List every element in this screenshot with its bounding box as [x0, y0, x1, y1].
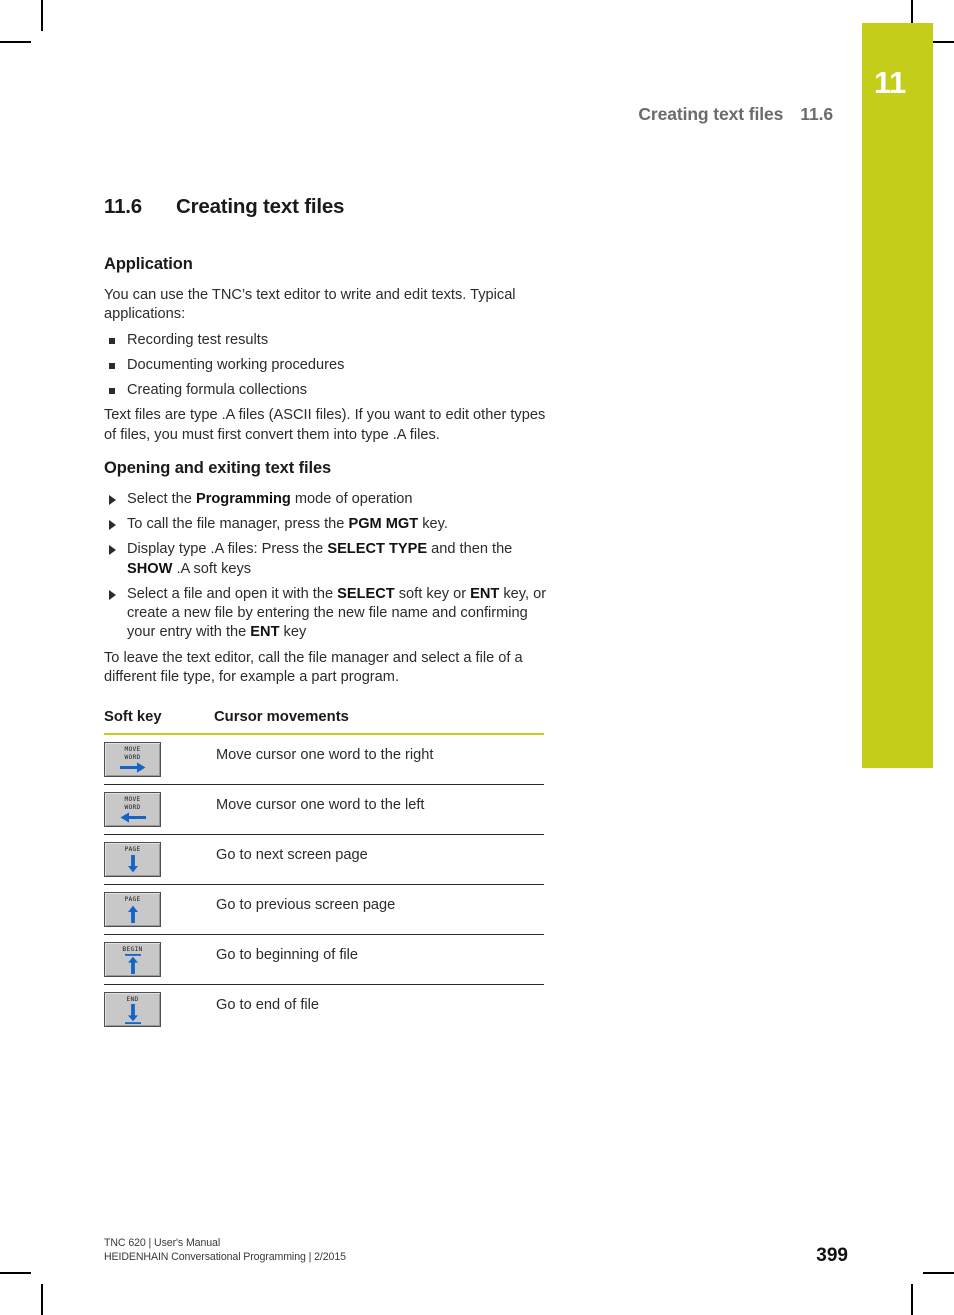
softkey-cell: MOVE WORD	[104, 784, 214, 835]
list-item: Recording test results	[104, 331, 556, 350]
running-header-number: 11.6	[800, 104, 833, 124]
triangle-right-icon	[109, 545, 116, 556]
softkey-label-line1: MOVE	[124, 796, 141, 803]
list-item: Creating formula collections	[104, 381, 556, 400]
softkey-cell: PAGE	[104, 834, 214, 885]
crop-mark-bottom-right-horizontal	[923, 1272, 954, 1274]
softkey-description: Go to next screen page	[214, 834, 544, 885]
softkey-end-of-file[interactable]: END	[104, 992, 161, 1027]
opening-step-list: Select the Programming mode of operation…	[104, 490, 556, 643]
heading-application: Application	[104, 255, 193, 273]
column-header-soft-key: Soft key	[104, 709, 214, 735]
crop-mark-bottom-left-horizontal	[0, 1272, 31, 1274]
list-item-label: Display type .A files: Press the SELECT …	[127, 541, 513, 577]
triangle-right-icon	[109, 494, 116, 505]
arrow-down-to-line-icon	[124, 1004, 141, 1024]
softkey-description: Go to previous screen page	[214, 884, 544, 935]
list-item: Documenting working procedures	[104, 356, 556, 375]
crop-mark-bottom-left-vertical	[41, 1284, 43, 1315]
square-bullet-icon	[109, 388, 115, 394]
page-content: 11.6 Creating text files Application You…	[104, 195, 556, 1034]
page-footer: TNC 620 | User's Manual HEIDENHAIN Conve…	[104, 1236, 848, 1265]
softkey-label-line2: WORD	[124, 753, 141, 761]
page-number: 399	[816, 1245, 848, 1266]
softkey-description: Go to beginning of file	[214, 934, 544, 985]
softkey-page-down[interactable]: PAGE	[104, 842, 161, 877]
list-item-label: Documenting working procedures	[127, 356, 345, 373]
softkey-table: Soft key Cursor movements MOVE WORD Move …	[104, 709, 544, 1034]
chapter-tab-number: 11	[874, 65, 906, 100]
softkey-label-line1: PAGE	[124, 846, 141, 853]
running-header-title: Creating text files	[638, 104, 784, 124]
softkey-label-line1: END	[126, 996, 139, 1003]
crop-mark-top-left-horizontal	[0, 41, 31, 43]
application-intro: You can use the TNC’s text editor to wri…	[104, 287, 516, 323]
crop-mark-top-left-vertical	[41, 0, 43, 31]
triangle-right-icon	[109, 589, 116, 600]
table-row: MOVE WORD Move cursor one word to the lef…	[104, 784, 544, 835]
softkey-cell: BEGIN	[104, 934, 214, 985]
softkey-cell: PAGE	[104, 884, 214, 935]
arrow-down-icon	[127, 855, 138, 873]
section-number: 11.6	[104, 195, 142, 218]
softkey-description: Go to end of file	[216, 997, 320, 1013]
list-item-label: Creating formula collections	[127, 382, 308, 398]
section-title-text: Creating text files	[176, 195, 345, 218]
list-item: Select the Programming mode of operation	[104, 490, 556, 509]
list-item-label: Recording test results	[127, 331, 269, 348]
column-header-cursor-movements: Cursor movements	[214, 709, 544, 735]
running-header: Creating text files 11.6	[0, 104, 833, 125]
table-row: PAGE Go to next screen page	[104, 834, 544, 885]
list-item: To call the file manager, press the PGM …	[104, 515, 556, 534]
table-row: END Go to end of file	[104, 985, 544, 1035]
list-item: Display type .A files: Press the SELECT …	[104, 540, 556, 579]
softkey-label-line1: PAGE	[124, 896, 141, 903]
softkey-move-word-left[interactable]: MOVE WORD	[104, 792, 161, 827]
arrow-up-to-line-icon	[124, 954, 141, 974]
softkey-cell: MOVE WORD	[104, 734, 214, 785]
softkey-label-line1: BEGIN	[122, 946, 143, 953]
softkey-description: Move cursor one word to the left	[214, 784, 544, 835]
softkey-move-word-right[interactable]: MOVE WORD	[104, 742, 161, 777]
list-item-label: Select the Programming mode of operation	[127, 490, 413, 507]
triangle-right-icon	[109, 520, 116, 530]
heading-opening-exiting: Opening and exiting text files	[104, 458, 332, 477]
square-bullet-icon	[109, 362, 115, 369]
footer-line-1: TNC 620 | User's Manual	[104, 1237, 221, 1249]
footer-imprint: TNC 620 | User's Manual HEIDENHAIN Conve…	[104, 1236, 346, 1264]
list-item-label: Select a file and open it with the SELEC…	[127, 585, 547, 641]
softkey-begin-of-file[interactable]: BEGIN	[104, 942, 161, 977]
table-row: MOVE WORD Move cursor one word to the rig…	[104, 734, 544, 785]
crop-mark-bottom-right-vertical	[911, 1284, 913, 1315]
arrow-up-icon	[127, 905, 138, 923]
footer-line-2: HEIDENHAIN Conversational Programming | …	[104, 1251, 346, 1263]
list-item-label: To call the file manager, press the PGM …	[127, 516, 448, 532]
page-title: 11.6 Creating text files	[104, 195, 556, 219]
square-bullet-icon	[109, 337, 115, 344]
softkey-label-line1: MOVE	[124, 746, 141, 753]
softkey-cell: END	[104, 985, 214, 1035]
softkey-page-up[interactable]: PAGE	[104, 892, 161, 927]
table-row: PAGE Go to previous screen page	[104, 884, 544, 935]
softkey-label-line2: WORD	[124, 803, 141, 811]
softkey-description: Move cursor one word to the right	[214, 734, 544, 785]
arrow-left-icon	[120, 812, 146, 823]
application-bullet-list: Recording test results Documenting worki…	[104, 331, 556, 401]
chapter-tab: 11	[862, 23, 933, 768]
table-header-row: Soft key Cursor movements	[104, 709, 544, 735]
list-item: Select a file and open it with the SELEC…	[104, 585, 556, 643]
opening-outro: To leave the text editor, call the file …	[104, 649, 523, 685]
arrow-right-icon	[119, 762, 145, 773]
table-row: BEGIN Go to beginning of file	[104, 934, 544, 985]
application-outro: Text files are type .A files (ASCII file…	[104, 407, 546, 443]
